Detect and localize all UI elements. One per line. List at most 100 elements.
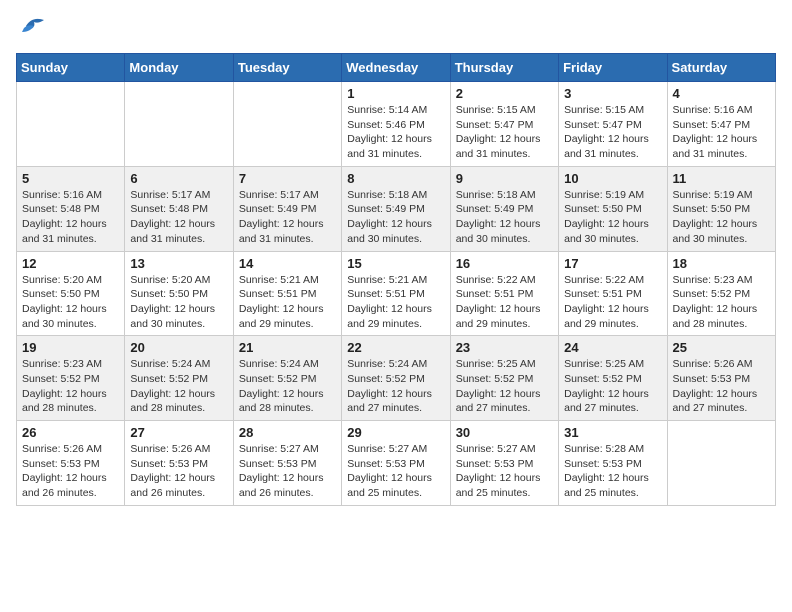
day-cell-27: 27Sunrise: 5:26 AM Sunset: 5:53 PM Dayli… (125, 421, 233, 506)
day-info-29: Sunrise: 5:27 AM Sunset: 5:53 PM Dayligh… (347, 442, 444, 501)
week-row-5: 26 Sunrise: 5:26 AM Sunset: 5:53 PM Dayli… (17, 421, 776, 506)
day-number-2: 2 (456, 86, 553, 101)
logo (16, 16, 46, 41)
empty-cell (125, 82, 233, 167)
week-row-2: 5Sunrise: 5:16 AM Sunset: 5:48 PM Daylig… (17, 166, 776, 251)
day-number-8: 8 (347, 171, 444, 186)
day-cell-18: 18 Sunrise: 5:23 AM Sunset: 5:52 PM Dayli… (667, 251, 775, 336)
day-cell-26: 26 Sunrise: 5:26 AM Sunset: 5:53 PM Dayli… (17, 421, 125, 506)
day-info-28: Sunrise: 5:27 AM Sunset: 5:53 PM Dayligh… (239, 442, 336, 501)
day-cell-30: 30 Sunrise: 5:27 AM Sunset: 5:53 PM Dayli… (450, 421, 558, 506)
day-info-9: Sunrise: 5:18 AM Sunset: 5:49 PM Dayligh… (456, 188, 553, 247)
day-number-14: 14 (239, 256, 336, 271)
day-cell-3: 3Sunrise: 5:15 AM Sunset: 5:47 PM Daylig… (559, 82, 667, 167)
day-info-25: Sunrise: 5:26 AM Sunset: 5:53 PM Dayligh… (673, 357, 770, 416)
day-number-6: 6 (130, 171, 227, 186)
week-row-1: 1 Sunrise: 5:14 AM Sunset: 5:46 PM Daylig… (17, 82, 776, 167)
day-info-2: Sunrise: 5:15 AM Sunset: 5:47 PM Dayligh… (456, 103, 553, 162)
day-info-24: Sunrise: 5:25 AM Sunset: 5:52 PM Dayligh… (564, 357, 661, 416)
day-info-20: Sunrise: 5:24 AM Sunset: 5:52 PM Dayligh… (130, 357, 227, 416)
day-cell-29: 29 Sunrise: 5:27 AM Sunset: 5:53 PM Dayli… (342, 421, 450, 506)
day-number-16: 16 (456, 256, 553, 271)
weekday-header-saturday: Saturday (667, 54, 775, 82)
day-number-25: 25 (673, 340, 770, 355)
day-cell-24: 24 Sunrise: 5:25 AM Sunset: 5:52 PM Dayli… (559, 336, 667, 421)
day-cell-11: 11Sunrise: 5:19 AM Sunset: 5:50 PM Dayli… (667, 166, 775, 251)
day-info-3: Sunrise: 5:15 AM Sunset: 5:47 PM Dayligh… (564, 103, 661, 162)
day-cell-28: 28 Sunrise: 5:27 AM Sunset: 5:53 PM Dayli… (233, 421, 341, 506)
day-cell-23: 23 Sunrise: 5:25 AM Sunset: 5:52 PM Dayli… (450, 336, 558, 421)
weekday-header-thursday: Thursday (450, 54, 558, 82)
day-number-21: 21 (239, 340, 336, 355)
empty-cell (233, 82, 341, 167)
page-header (16, 16, 776, 41)
day-cell-9: 9 Sunrise: 5:18 AM Sunset: 5:49 PM Daylig… (450, 166, 558, 251)
day-info-17: Sunrise: 5:22 AM Sunset: 5:51 PM Dayligh… (564, 273, 661, 332)
day-cell-14: 14 Sunrise: 5:21 AM Sunset: 5:51 PM Dayli… (233, 251, 341, 336)
day-cell-16: 16 Sunrise: 5:22 AM Sunset: 5:51 PM Dayli… (450, 251, 558, 336)
day-info-13: Sunrise: 5:20 AM Sunset: 5:50 PM Dayligh… (130, 273, 227, 332)
empty-cell (17, 82, 125, 167)
calendar-table: SundayMondayTuesdayWednesdayThursdayFrid… (16, 53, 776, 506)
day-cell-10: 10 Sunrise: 5:19 AM Sunset: 5:50 PM Dayli… (559, 166, 667, 251)
day-cell-21: 21 Sunrise: 5:24 AM Sunset: 5:52 PM Dayli… (233, 336, 341, 421)
day-number-24: 24 (564, 340, 661, 355)
day-info-4: Sunrise: 5:16 AM Sunset: 5:47 PM Dayligh… (673, 103, 770, 162)
day-info-26: Sunrise: 5:26 AM Sunset: 5:53 PM Dayligh… (22, 442, 119, 501)
day-number-13: 13 (130, 256, 227, 271)
day-info-8: Sunrise: 5:18 AM Sunset: 5:49 PM Dayligh… (347, 188, 444, 247)
day-info-6: Sunrise: 5:17 AM Sunset: 5:48 PM Dayligh… (130, 188, 227, 247)
day-cell-1: 1 Sunrise: 5:14 AM Sunset: 5:46 PM Daylig… (342, 82, 450, 167)
day-cell-5: 5Sunrise: 5:16 AM Sunset: 5:48 PM Daylig… (17, 166, 125, 251)
day-number-26: 26 (22, 425, 119, 440)
day-number-11: 11 (673, 171, 770, 186)
day-cell-19: 19 Sunrise: 5:23 AM Sunset: 5:52 PM Dayli… (17, 336, 125, 421)
day-info-1: Sunrise: 5:14 AM Sunset: 5:46 PM Dayligh… (347, 103, 444, 162)
day-cell-22: 22 Sunrise: 5:24 AM Sunset: 5:52 PM Dayli… (342, 336, 450, 421)
day-info-21: Sunrise: 5:24 AM Sunset: 5:52 PM Dayligh… (239, 357, 336, 416)
day-number-9: 9 (456, 171, 553, 186)
day-info-22: Sunrise: 5:24 AM Sunset: 5:52 PM Dayligh… (347, 357, 444, 416)
day-number-10: 10 (564, 171, 661, 186)
day-cell-20: 20 Sunrise: 5:24 AM Sunset: 5:52 PM Dayli… (125, 336, 233, 421)
day-cell-13: 13 Sunrise: 5:20 AM Sunset: 5:50 PM Dayli… (125, 251, 233, 336)
day-number-7: 7 (239, 171, 336, 186)
weekday-header-row: SundayMondayTuesdayWednesdayThursdayFrid… (17, 54, 776, 82)
day-number-15: 15 (347, 256, 444, 271)
logo-wordmark (16, 16, 46, 41)
day-number-18: 18 (673, 256, 770, 271)
day-number-27: 27 (130, 425, 227, 440)
weekday-header-monday: Monday (125, 54, 233, 82)
day-info-15: Sunrise: 5:21 AM Sunset: 5:51 PM Dayligh… (347, 273, 444, 332)
day-info-18: Sunrise: 5:23 AM Sunset: 5:52 PM Dayligh… (673, 273, 770, 332)
day-number-20: 20 (130, 340, 227, 355)
day-info-10: Sunrise: 5:19 AM Sunset: 5:50 PM Dayligh… (564, 188, 661, 247)
day-number-22: 22 (347, 340, 444, 355)
day-cell-4: 4 Sunrise: 5:16 AM Sunset: 5:47 PM Daylig… (667, 82, 775, 167)
day-cell-8: 8 Sunrise: 5:18 AM Sunset: 5:49 PM Daylig… (342, 166, 450, 251)
weekday-header-wednesday: Wednesday (342, 54, 450, 82)
day-number-1: 1 (347, 86, 444, 101)
day-number-31: 31 (564, 425, 661, 440)
day-cell-12: 12Sunrise: 5:20 AM Sunset: 5:50 PM Dayli… (17, 251, 125, 336)
day-number-30: 30 (456, 425, 553, 440)
weekday-header-sunday: Sunday (17, 54, 125, 82)
day-number-28: 28 (239, 425, 336, 440)
day-number-5: 5 (22, 171, 119, 186)
day-number-23: 23 (456, 340, 553, 355)
day-info-31: Sunrise: 5:28 AM Sunset: 5:53 PM Dayligh… (564, 442, 661, 501)
day-info-16: Sunrise: 5:22 AM Sunset: 5:51 PM Dayligh… (456, 273, 553, 332)
week-row-3: 12 Sunrise: 5:20 AM Sunset: 5:50 PM Dayli… (17, 251, 776, 336)
week-row-4: 19 Sunrise: 5:23 AM Sunset: 5:52 PM Dayli… (17, 336, 776, 421)
day-number-12: 12 (22, 256, 119, 271)
day-cell-15: 15 Sunrise: 5:21 AM Sunset: 5:51 PM Dayli… (342, 251, 450, 336)
day-info-19: Sunrise: 5:23 AM Sunset: 5:52 PM Dayligh… (22, 357, 119, 416)
day-number-29: 29 (347, 425, 444, 440)
day-info-23: Sunrise: 5:25 AM Sunset: 5:52 PM Dayligh… (456, 357, 553, 416)
day-info-14: Sunrise: 5:21 AM Sunset: 5:51 PM Dayligh… (239, 273, 336, 332)
day-number-19: 19 (22, 340, 119, 355)
day-info-30: Sunrise: 5:27 AM Sunset: 5:53 PM Dayligh… (456, 442, 553, 501)
day-cell-17: 17 Sunrise: 5:22 AM Sunset: 5:51 PM Dayli… (559, 251, 667, 336)
day-number-4: 4 (673, 86, 770, 101)
day-number-17: 17 (564, 256, 661, 271)
